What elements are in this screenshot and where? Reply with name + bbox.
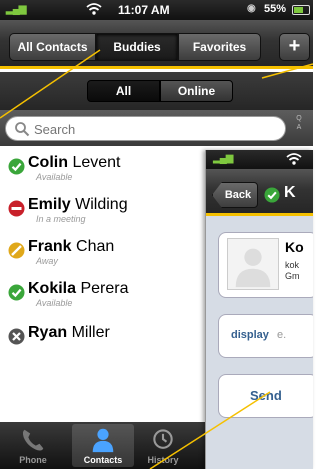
contact-email: kok Gm [285,260,300,281]
segment-buddies[interactable]: Buddies [96,33,178,61]
field-label: display [231,329,269,341]
display-field[interactable]: display e. [218,314,313,358]
person-placeholder-icon [235,248,271,288]
contact-name: Emily Wilding [28,196,128,213]
contact-card: Ko kok Gm [218,232,313,298]
send-label: Send [250,388,282,403]
away-status-icon [8,242,25,259]
available-status-icon [8,158,25,175]
status-bar: ▂▄▆ 11:07 AM ◉ 55% [0,0,313,20]
filter-online[interactable]: Online [160,80,233,102]
detail-title: K [284,184,296,201]
search-bar: Q A [0,110,313,146]
contact-name: Kokila Perera [28,280,129,297]
search-field[interactable] [5,116,286,141]
wifi-icon [86,3,102,15]
contact-status: Available [36,172,73,182]
detail-nav-bar: Back K [206,169,313,216]
contact-detail-screen: ▂▄▆ Back K Ko kok Gm display e. Send [205,150,313,469]
status-bar: ▂▄▆ [206,150,313,169]
index-letter[interactable]: A [294,123,304,132]
add-contact-button[interactable]: + [279,33,310,61]
signal-icon: ▂▄▆ [213,153,233,164]
phone-icon [22,429,44,451]
busy-status-icon [8,200,25,217]
avatar [227,238,279,290]
tab-history[interactable]: History [132,424,194,467]
contact-name: Ko [285,239,304,255]
section-index[interactable]: Q A [294,114,304,132]
status-time: 11:07 AM [118,3,170,17]
tab-phone[interactable]: Phone [2,424,64,467]
wifi-icon [286,153,302,165]
tab-label: History [147,455,179,465]
battery-icon [292,5,310,15]
presence-filter-bar: All Online [0,72,313,110]
segment-all-contacts[interactable]: All Contacts [9,33,96,61]
contact-name: Ryan Miller [28,324,110,341]
tab-label: Phone [19,455,47,465]
search-icon [15,122,30,137]
send-button[interactable]: Send [218,374,313,418]
battery-percent: 55% [264,3,287,15]
index-letter[interactable]: Q [294,114,304,123]
clock-icon [153,429,173,449]
tab-label: Contacts [83,455,123,465]
available-status-icon [8,284,25,301]
top-toolbar: All Contacts Buddies Favorites + [0,20,313,69]
person-icon [92,428,114,453]
contact-name: Colin Levent [28,154,121,171]
field-value: e. [277,329,287,341]
back-button[interactable]: Back [212,182,258,208]
contact-status: Available [36,298,73,308]
contact-status: Away [36,256,58,266]
contact-status: In a meeting [36,214,86,224]
available-status-icon [264,187,280,203]
search-input[interactable] [34,120,274,138]
segment-favorites[interactable]: Favorites [178,33,261,61]
contact-name: Frank Chan [28,238,115,255]
offline-status-icon [8,328,25,345]
filter-all[interactable]: All [87,80,160,102]
tab-contacts[interactable]: Contacts [72,424,134,467]
signal-icon: ▂▄▆ [6,4,26,15]
alarm-icon: ◉ [247,3,256,14]
